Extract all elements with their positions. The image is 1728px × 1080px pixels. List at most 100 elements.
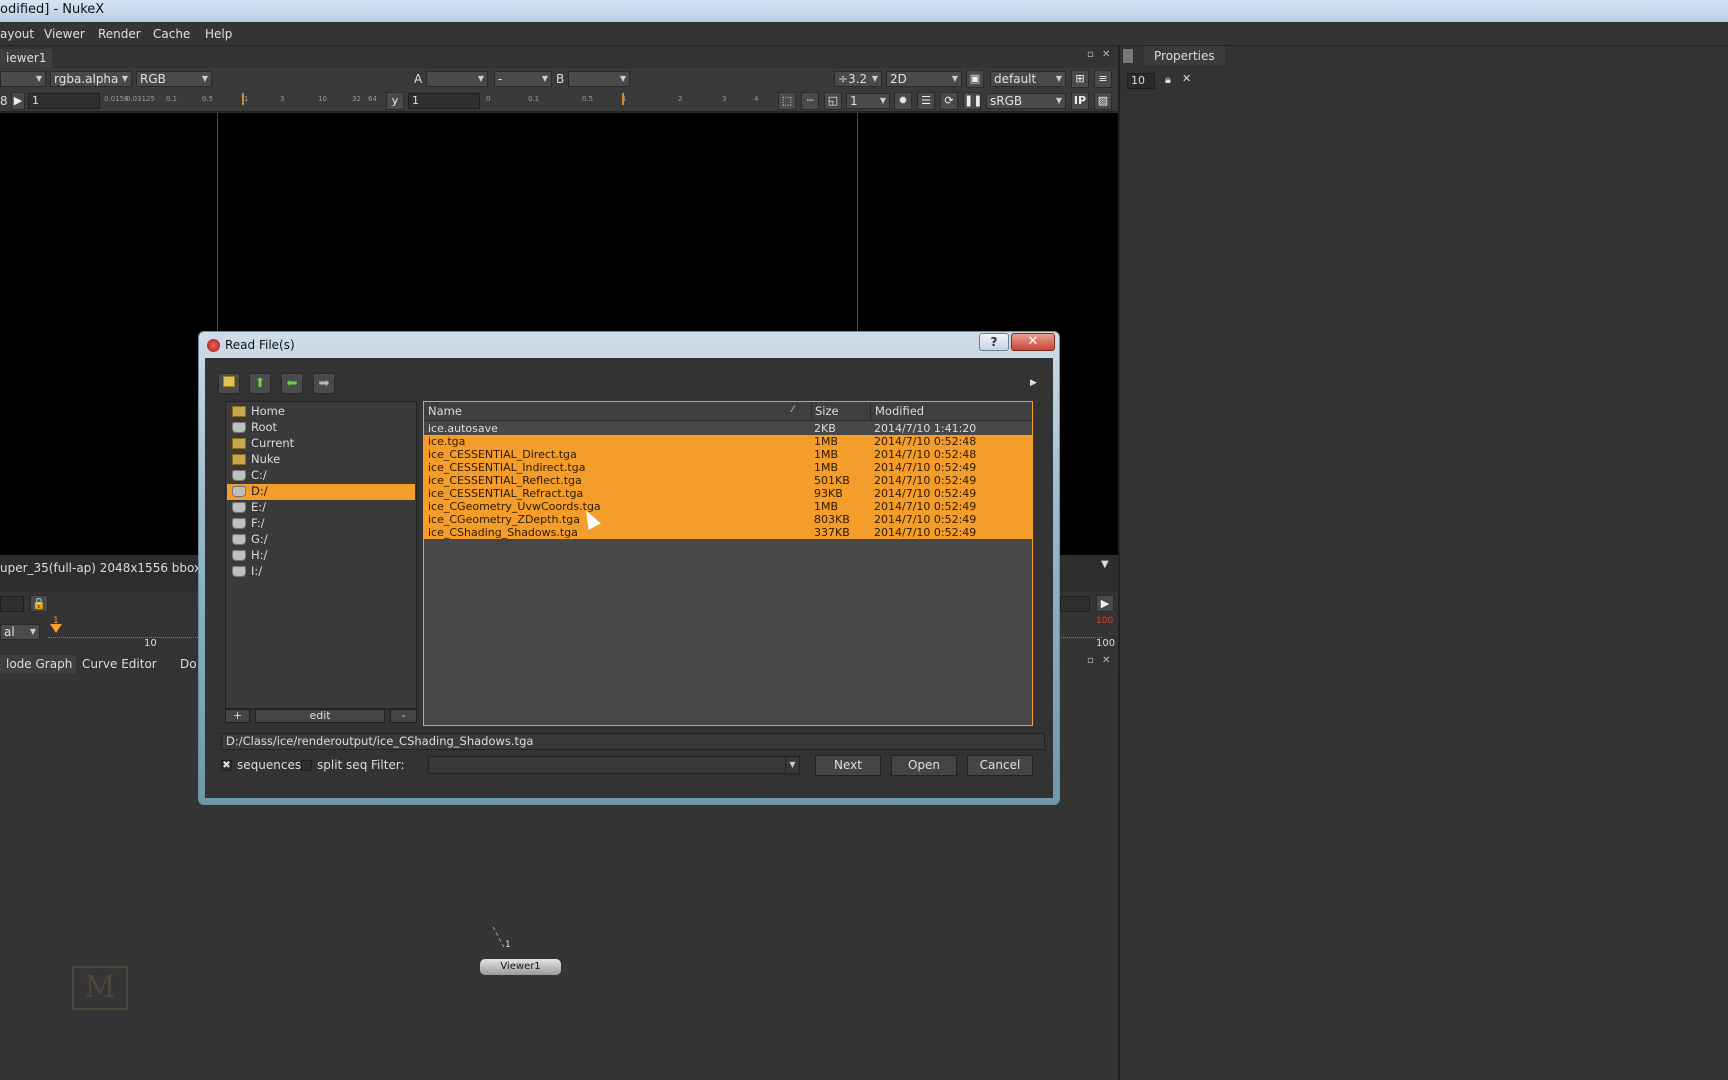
proxy-dropdown[interactable]: 1 ▼ xyxy=(846,93,890,109)
place-item[interactable]: C:/ xyxy=(227,468,415,484)
column-separator[interactable] xyxy=(870,402,871,421)
place-item[interactable]: H:/ xyxy=(227,548,415,564)
expand-arrow-icon[interactable]: ▶ xyxy=(1030,378,1037,388)
channels-dropdown[interactable]: ▼ xyxy=(0,71,46,87)
place-item[interactable]: I:/ xyxy=(227,564,415,580)
roi-icon[interactable]: ⊞ xyxy=(1071,70,1089,88)
gamma-field[interactable]: 1 xyxy=(408,93,480,109)
list-icon[interactable]: ☰ xyxy=(917,92,935,110)
playhead-icon[interactable] xyxy=(50,624,62,633)
next-button[interactable]: Next xyxy=(815,755,881,776)
new-folder-icon[interactable] xyxy=(218,373,240,394)
file-row[interactable]: ice_CESSENTIAL_Indirect.tga 1MB 2014/7/10 … xyxy=(424,461,1032,474)
file-row[interactable]: ice.tga 1MB 2014/7/10 0:52:48 xyxy=(424,435,1032,448)
file-row[interactable]: ice_CESSENTIAL_Refract.tga 93KB 2014/7/10 … xyxy=(424,487,1032,500)
frame-range-field[interactable] xyxy=(1060,596,1090,612)
menu-viewer[interactable]: Viewer xyxy=(44,27,85,41)
play-forward-icon[interactable]: ▶ xyxy=(1096,595,1114,612)
roi-select-icon[interactable]: ⬚ xyxy=(778,92,796,110)
tab-viewer1[interactable]: iewer1 xyxy=(0,49,53,68)
float-panel-icon[interactable]: ▫ xyxy=(1087,50,1097,60)
column-name-header[interactable]: Name xyxy=(428,404,462,418)
proxy-icon[interactable]: ◱ xyxy=(824,92,842,110)
menu-layout[interactable]: ayout xyxy=(0,27,34,41)
tab-curve-editor[interactable]: Curve Editor xyxy=(76,655,163,674)
gain-field[interactable]: 1 xyxy=(28,93,100,109)
file-row[interactable]: ice_CESSENTIAL_Direct.tga 1MB 2014/7/10 0:… xyxy=(424,448,1032,461)
file-row[interactable]: ice_CESSENTIAL_Reflect.tga 501KB 2014/7/10… xyxy=(424,474,1032,487)
pause-icon[interactable]: ❚❚ xyxy=(963,92,982,110)
split-seq-checkbox[interactable] xyxy=(301,760,312,771)
remove-place-button[interactable]: - xyxy=(390,709,417,723)
file-row[interactable]: ice.autosave 2KB 2014/7/10 1:41:20 xyxy=(424,422,1032,435)
menu-render[interactable]: Render xyxy=(98,27,141,41)
edit-places-button[interactable]: edit xyxy=(255,709,385,723)
input-process-button[interactable]: IP xyxy=(1071,92,1089,110)
help-button[interactable]: ? xyxy=(979,333,1009,351)
timeline-mode-dropdown[interactable]: al ▼ xyxy=(0,624,40,640)
place-item[interactable]: Current xyxy=(227,436,415,452)
add-place-button[interactable]: + xyxy=(225,709,250,723)
filter-dropdown[interactable]: ▼ xyxy=(428,756,800,774)
b-input-dropdown[interactable]: ▼ xyxy=(568,71,630,87)
open-button[interactable]: Open xyxy=(891,755,957,776)
file-row[interactable]: ice_CGeometry_ZDepth.tga 803KB 2014/7/10 0… xyxy=(424,513,1032,526)
place-item[interactable]: F:/ xyxy=(227,516,415,532)
float-panel-icon[interactable]: ▫ xyxy=(1087,656,1097,666)
wipe-stripes-icon[interactable]: ▨ xyxy=(1094,92,1112,110)
close-panel-icon[interactable]: ✕ xyxy=(1102,50,1112,60)
display-channels-dropdown[interactable]: RGB ▼ xyxy=(136,71,212,87)
place-item[interactable]: E:/ xyxy=(227,500,415,516)
menu-lines-icon[interactable]: ≡ xyxy=(1094,70,1112,88)
path-input[interactable]: D:/Class/ice/renderoutput/ice_CShading_S… xyxy=(221,733,1045,750)
settings-gear-icon[interactable]: ✹ xyxy=(894,92,912,110)
a-input-dropdown[interactable]: ▼ xyxy=(426,71,488,87)
menu-cache[interactable]: Cache xyxy=(153,27,190,41)
close-button[interactable]: ✕ xyxy=(1011,333,1055,351)
zoom-dropdown[interactable]: ÷3.2 ▼ xyxy=(834,71,882,87)
camera-icon[interactable]: ▣ xyxy=(966,70,984,88)
column-size-header[interactable]: Size xyxy=(815,404,839,418)
viewer-node[interactable]: Viewer1 xyxy=(480,959,561,975)
place-item[interactable]: Nuke xyxy=(227,452,415,468)
gamma-slider-knob[interactable] xyxy=(622,93,624,105)
guides-icon[interactable]: ┈ xyxy=(801,92,819,110)
tab-node-graph[interactable]: lode Graph xyxy=(0,655,79,674)
file-list[interactable]: Name ⁄ Size Modified ice.autosave 2KB 2014… xyxy=(423,401,1033,726)
max-panels-field[interactable]: 10 xyxy=(1127,73,1155,89)
gain-slider[interactable]: 0.0156 0.03125 0.1 0.5 1 3 10 32 64 xyxy=(104,93,380,107)
compare-mode-dropdown[interactable]: - ▼ xyxy=(494,71,552,87)
place-item[interactable]: Root xyxy=(227,420,415,436)
dropdown-arrow-icon[interactable]: ▼ xyxy=(1101,559,1109,570)
up-directory-icon[interactable]: ⬆ xyxy=(249,373,271,394)
place-item[interactable]: Home xyxy=(227,404,415,420)
panel-grip-icon[interactable] xyxy=(1123,49,1133,63)
column-modified-header[interactable]: Modified xyxy=(875,404,924,418)
place-item[interactable]: G:/ xyxy=(227,532,415,548)
close-panel-icon[interactable]: ✕ xyxy=(1102,656,1112,666)
refresh-icon[interactable]: ⟳ xyxy=(940,92,958,110)
menu-help[interactable]: Help xyxy=(205,27,232,41)
column-separator[interactable] xyxy=(811,402,812,421)
file-row[interactable]: ice_CGeometry_UvwCoords.tga 1MB 2014/7/10 … xyxy=(424,500,1032,513)
frame-field[interactable] xyxy=(0,596,24,612)
forward-arrow-icon[interactable]: ➡ xyxy=(313,373,335,394)
clear-panels-icon[interactable]: ✕ xyxy=(1182,72,1191,85)
sequences-checkbox[interactable]: ✖ xyxy=(221,760,232,771)
lut-dropdown[interactable]: default ▼ xyxy=(990,71,1066,87)
colorspace-dropdown[interactable]: sRGB ▼ xyxy=(986,93,1066,109)
gamma-slider[interactable]: 0 0.1 0.5 1 2 3 4 xyxy=(486,93,758,107)
cancel-button[interactable]: Cancel xyxy=(967,755,1033,776)
back-arrow-icon[interactable]: ⬅ xyxy=(281,373,303,394)
place-item[interactable]: D:/ xyxy=(227,484,415,500)
tab-properties[interactable]: Properties xyxy=(1144,46,1225,65)
lock-icon[interactable]: 🔒 xyxy=(30,595,48,612)
lock-icon[interactable]: 🔒︎ xyxy=(1165,73,1171,87)
play-arrow-icon[interactable]: ▶ xyxy=(11,92,25,110)
view-mode-dropdown[interactable]: 2D ▼ xyxy=(886,71,962,87)
display-channels-value: RGB xyxy=(140,72,166,86)
gamma-toggle-button[interactable]: y xyxy=(386,92,404,110)
alpha-channel-dropdown[interactable]: rgba.alpha ▼ xyxy=(50,71,132,87)
file-row[interactable]: ice_CShading_Shadows.tga 337KB 2014/7/10 0… xyxy=(424,526,1032,539)
gain-slider-knob[interactable] xyxy=(242,93,244,105)
